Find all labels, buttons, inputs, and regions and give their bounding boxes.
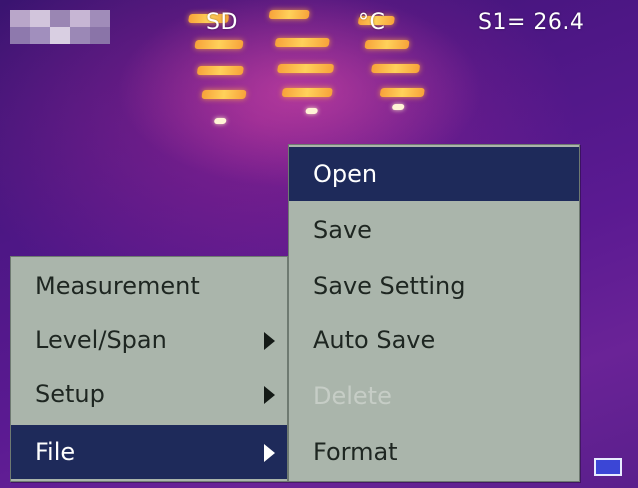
storage-indicator: SD: [206, 10, 238, 35]
battery-icon: [594, 458, 622, 476]
chevron-right-icon: [264, 386, 275, 404]
submenu-item-label: Save Setting: [313, 272, 466, 300]
submenu-item-label: Open: [313, 160, 378, 188]
file-submenu: Open Save Save Setting Auto Save Delete …: [288, 144, 580, 482]
menu-item-level-span[interactable]: Level/Span: [11, 315, 287, 365]
submenu-item-label: Format: [313, 438, 398, 466]
submenu-item-label: Delete: [313, 382, 392, 410]
main-menu: Measurement Level/Span Setup File: [10, 256, 288, 482]
menu-item-label: File: [35, 438, 76, 466]
color-palette-blocks: [10, 10, 110, 44]
submenu-item-delete: Delete: [289, 371, 579, 421]
submenu-item-save[interactable]: Save: [289, 205, 579, 255]
submenu-item-auto-save[interactable]: Auto Save: [289, 315, 579, 365]
submenu-item-label: Save: [313, 216, 372, 244]
heated-grid: [150, 10, 470, 150]
chevron-right-icon: [264, 444, 275, 462]
menu-item-label: Setup: [35, 380, 105, 408]
submenu-item-save-setting[interactable]: Save Setting: [289, 261, 579, 311]
menu-item-setup[interactable]: Setup: [11, 369, 287, 419]
chevron-right-icon: [264, 332, 275, 350]
menu-item-label: Measurement: [35, 272, 200, 300]
menu-item-label: Level/Span: [35, 326, 167, 354]
spot-temperature-readout: S1= 26.4: [478, 10, 585, 35]
menu-item-measurement[interactable]: Measurement: [11, 261, 287, 311]
temperature-unit: °C: [358, 10, 386, 35]
submenu-item-label: Auto Save: [313, 326, 436, 354]
submenu-item-open[interactable]: Open: [289, 147, 579, 201]
submenu-item-format[interactable]: Format: [289, 427, 579, 477]
menu-item-file[interactable]: File: [11, 425, 287, 479]
